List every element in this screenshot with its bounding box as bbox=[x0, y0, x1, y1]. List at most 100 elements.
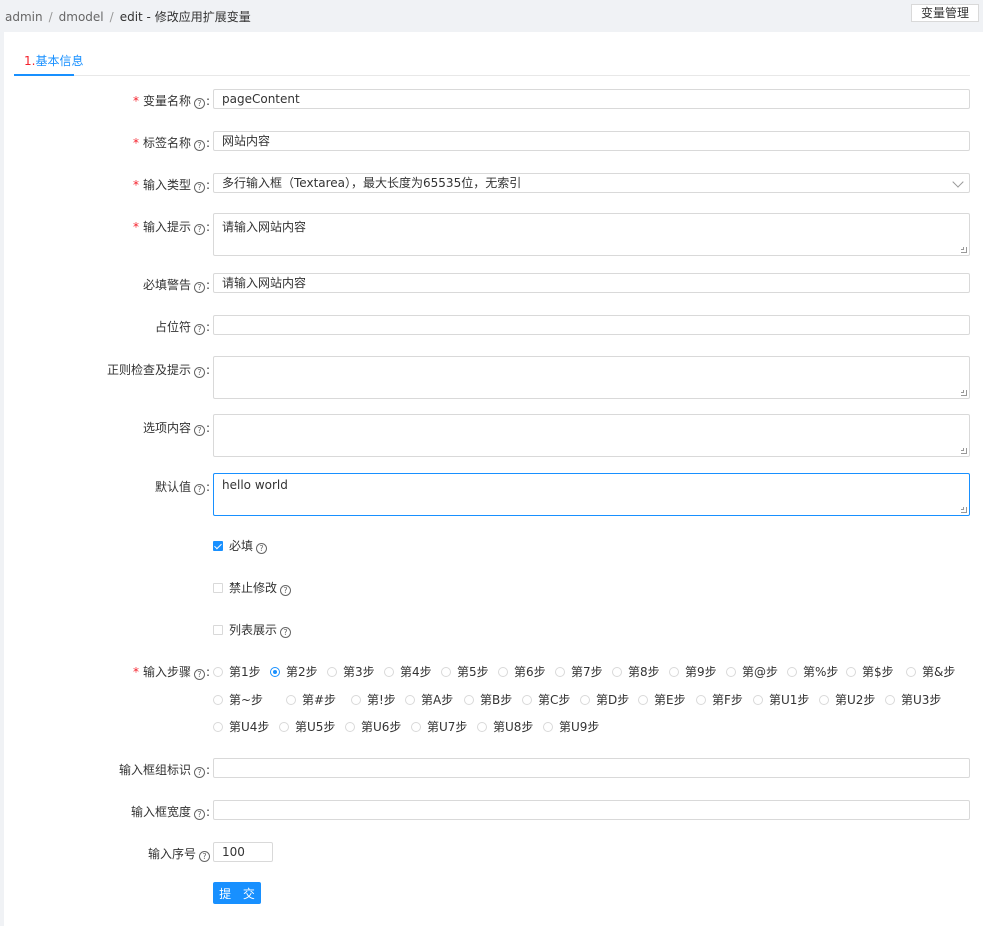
help-icon[interactable]: ? bbox=[193, 224, 205, 235]
help-icon[interactable]: ? bbox=[193, 140, 205, 151]
radio-option[interactable]: 第2步 bbox=[270, 663, 318, 680]
radio-unchecked-icon[interactable] bbox=[522, 695, 532, 705]
radio-unchecked-icon[interactable] bbox=[345, 722, 355, 732]
radio-option[interactable]: 第4步 bbox=[384, 663, 432, 680]
radio-option[interactable]: 第&步 bbox=[906, 663, 955, 680]
radio-unchecked-icon[interactable] bbox=[543, 722, 553, 732]
radio-option[interactable]: 第U2步 bbox=[819, 691, 875, 708]
radio-unchecked-icon[interactable] bbox=[213, 667, 223, 677]
radio-unchecked-icon[interactable] bbox=[477, 722, 487, 732]
group-id-input[interactable] bbox=[213, 758, 970, 778]
default-value-textarea[interactable]: hello world bbox=[213, 473, 970, 516]
breadcrumb-admin[interactable]: admin bbox=[5, 10, 43, 24]
resize-handle-icon[interactable] bbox=[961, 390, 967, 396]
radio-option[interactable]: 第7步 bbox=[555, 663, 603, 680]
radio-option[interactable]: 第D步 bbox=[580, 691, 629, 708]
help-icon[interactable]: ? bbox=[193, 484, 205, 495]
radio-option[interactable]: 第!步 bbox=[351, 691, 396, 708]
radio-option[interactable]: 第U7步 bbox=[411, 718, 467, 735]
radio-unchecked-icon[interactable] bbox=[726, 667, 736, 677]
radio-option[interactable]: 第U5步 bbox=[279, 718, 335, 735]
resize-handle-icon[interactable] bbox=[961, 507, 967, 513]
submit-button[interactable]: 提 交 bbox=[213, 882, 261, 904]
help-icon[interactable]: ? bbox=[193, 367, 205, 378]
checkbox-unchecked-icon[interactable] bbox=[213, 625, 223, 635]
radio-unchecked-icon[interactable] bbox=[787, 667, 797, 677]
regex-textarea[interactable] bbox=[213, 356, 970, 399]
radio-unchecked-icon[interactable] bbox=[411, 722, 421, 732]
input-hint-textarea[interactable]: 请输入网站内容 bbox=[213, 213, 970, 256]
radio-unchecked-icon[interactable] bbox=[885, 695, 895, 705]
radio-unchecked-icon[interactable] bbox=[819, 695, 829, 705]
help-icon[interactable]: ? bbox=[193, 98, 205, 109]
radio-unchecked-icon[interactable] bbox=[405, 695, 415, 705]
radio-unchecked-icon[interactable] bbox=[669, 667, 679, 677]
help-icon[interactable]: ? bbox=[193, 182, 205, 193]
radio-unchecked-icon[interactable] bbox=[498, 667, 508, 677]
checkbox-checked-icon[interactable] bbox=[213, 541, 223, 551]
radio-option[interactable]: 第3步 bbox=[327, 663, 375, 680]
checkbox-required[interactable]: 必填? bbox=[213, 537, 268, 554]
help-icon[interactable]: ? bbox=[280, 627, 292, 638]
placeholder-input[interactable] bbox=[213, 315, 970, 335]
required-warning-input[interactable]: 请输入网站内容 bbox=[213, 273, 970, 293]
radio-option[interactable]: 第9步 bbox=[669, 663, 717, 680]
radio-option[interactable]: 第5步 bbox=[441, 663, 489, 680]
radio-unchecked-icon[interactable] bbox=[555, 667, 565, 677]
radio-option[interactable]: 第$步 bbox=[846, 663, 894, 680]
var-name-input[interactable]: pageContent bbox=[213, 89, 970, 109]
radio-option[interactable]: 第B步 bbox=[464, 691, 512, 708]
radio-unchecked-icon[interactable] bbox=[351, 695, 361, 705]
radio-option[interactable]: 第1步 bbox=[213, 663, 261, 680]
radio-unchecked-icon[interactable] bbox=[753, 695, 763, 705]
radio-unchecked-icon[interactable] bbox=[580, 695, 590, 705]
radio-unchecked-icon[interactable] bbox=[612, 667, 622, 677]
tag-name-input[interactable]: 网站内容 bbox=[213, 131, 970, 151]
radio-option[interactable]: 第U3步 bbox=[885, 691, 941, 708]
order-input[interactable]: 100 bbox=[213, 842, 273, 862]
radio-option[interactable]: 第6步 bbox=[498, 663, 546, 680]
radio-unchecked-icon[interactable] bbox=[286, 695, 296, 705]
resize-handle-icon[interactable] bbox=[961, 448, 967, 454]
radio-option[interactable]: 第F步 bbox=[696, 691, 743, 708]
help-icon[interactable]: ? bbox=[193, 425, 205, 436]
radio-option[interactable]: 第8步 bbox=[612, 663, 660, 680]
radio-unchecked-icon[interactable] bbox=[213, 722, 223, 732]
radio-option[interactable]: 第U4步 bbox=[213, 718, 269, 735]
help-icon[interactable]: ? bbox=[280, 585, 292, 596]
radio-option[interactable]: 第#步 bbox=[286, 691, 336, 708]
radio-option[interactable]: 第~步 bbox=[213, 691, 263, 708]
checkbox-unchecked-icon[interactable] bbox=[213, 583, 223, 593]
radio-unchecked-icon[interactable] bbox=[638, 695, 648, 705]
radio-unchecked-icon[interactable] bbox=[327, 667, 337, 677]
radio-unchecked-icon[interactable] bbox=[846, 667, 856, 677]
radio-checked-icon[interactable] bbox=[270, 667, 280, 677]
radio-unchecked-icon[interactable] bbox=[213, 695, 223, 705]
resize-handle-icon[interactable] bbox=[961, 247, 967, 253]
checkbox-readonly[interactable]: 禁止修改? bbox=[213, 579, 292, 596]
options-textarea[interactable] bbox=[213, 414, 970, 457]
radio-option[interactable]: 第U8步 bbox=[477, 718, 533, 735]
radio-option[interactable]: 第E步 bbox=[638, 691, 686, 708]
help-icon[interactable]: ? bbox=[199, 851, 210, 862]
radio-unchecked-icon[interactable] bbox=[441, 667, 451, 677]
help-icon[interactable]: ? bbox=[256, 543, 268, 554]
radio-option[interactable]: 第U6步 bbox=[345, 718, 401, 735]
help-icon[interactable]: ? bbox=[193, 809, 205, 820]
breadcrumb-dmodel[interactable]: dmodel bbox=[59, 10, 104, 24]
width-input[interactable] bbox=[213, 800, 970, 820]
tab-basic-info[interactable]: 1.基本信息 bbox=[14, 52, 93, 75]
radio-option[interactable]: 第A步 bbox=[405, 691, 453, 708]
variable-manage-button[interactable]: 变量管理 bbox=[911, 4, 979, 22]
help-icon[interactable]: ? bbox=[193, 669, 205, 680]
radio-unchecked-icon[interactable] bbox=[906, 667, 916, 677]
radio-unchecked-icon[interactable] bbox=[464, 695, 474, 705]
checkbox-list-display[interactable]: 列表展示? bbox=[213, 621, 292, 638]
radio-unchecked-icon[interactable] bbox=[696, 695, 706, 705]
radio-unchecked-icon[interactable] bbox=[384, 667, 394, 677]
help-icon[interactable]: ? bbox=[193, 767, 205, 778]
radio-option[interactable]: 第@步 bbox=[726, 663, 778, 680]
input-type-select[interactable]: 多行输入框（Textarea），最大长度为65535位，无索引 bbox=[213, 173, 970, 193]
radio-option[interactable]: 第%步 bbox=[787, 663, 838, 680]
help-icon[interactable]: ? bbox=[193, 324, 205, 335]
